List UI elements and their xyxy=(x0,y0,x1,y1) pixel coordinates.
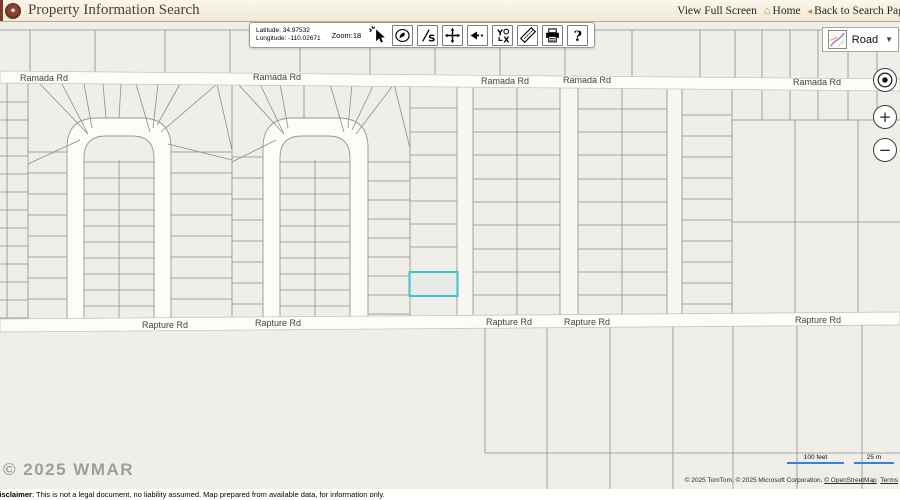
road-label: Rapture Rd xyxy=(142,320,188,330)
page-title: Property Information Search xyxy=(28,2,200,18)
svg-text:S: S xyxy=(428,33,435,44)
disclaimer-label: Disclaimer xyxy=(0,490,32,499)
identify-cursor-icon xyxy=(368,26,385,43)
back-to-search-link[interactable]: ◂ Back to Search Page xyxy=(808,5,900,17)
road-label: Rapture Rd xyxy=(795,315,841,325)
terms-link[interactable]: Terms xyxy=(880,477,898,484)
disclaimer-text: : This is not a legal document, no liabi… xyxy=(31,490,385,499)
zoom-level-readout: Zoom:18 xyxy=(331,30,362,40)
previous-extent-button[interactable] xyxy=(467,24,489,46)
map-toolbar: Latitude: 34.97532 Longitude: -110.02671… xyxy=(249,22,596,48)
back-extent-arrow-icon xyxy=(470,30,486,40)
road-label: Ramada Rd xyxy=(481,76,529,86)
locate-target-icon xyxy=(877,72,893,88)
overview-tool-button[interactable] xyxy=(392,24,414,46)
basemap-selector[interactable]: Road ▼ xyxy=(821,27,899,52)
svg-text:?: ? xyxy=(574,28,582,43)
help-icon: ? xyxy=(574,28,582,43)
svg-text:X: X xyxy=(504,35,510,43)
scale-bar-feet: 100 feet xyxy=(787,454,844,464)
scale-bar: 100 feet 25 m xyxy=(787,454,894,464)
printer-icon xyxy=(546,27,560,42)
header-edge-strip xyxy=(0,0,3,21)
road-label: Rapture Rd xyxy=(486,317,532,327)
road-label: Rapture Rd xyxy=(255,318,301,328)
home-icon: ⌂ xyxy=(763,4,771,17)
basemap-thumbnail-icon xyxy=(827,30,847,49)
pan-arrows-icon xyxy=(445,27,461,43)
road-label: Ramada Rd xyxy=(253,72,301,82)
svg-text:Y: Y xyxy=(496,28,503,37)
road-label: Ramada Rd xyxy=(793,77,841,87)
scale-bar-meters: 25 m xyxy=(854,454,894,464)
attribution-text: © 2025 TomTom, © 2025 Microsoft Corporat… xyxy=(684,477,825,484)
xy-coordinates-button[interactable]: Y X xyxy=(492,24,514,46)
cursor-coordinates: Latitude: 34.97532 Longitude: -110.02671 xyxy=(256,27,321,44)
pan-tool-button[interactable] xyxy=(442,24,464,46)
print-button[interactable] xyxy=(542,24,564,46)
chevron-down-icon: ▼ xyxy=(885,35,893,44)
header-links: View Full Screen ⌂ Home ◂ Back to Search P… xyxy=(677,5,900,17)
disclaimer-bar: Disclaimer: This is not a legal document… xyxy=(0,489,900,500)
road-label: Rapture Rd xyxy=(564,317,610,327)
selected-parcel[interactable] xyxy=(408,271,459,297)
scale-tool-button[interactable]: S xyxy=(417,24,439,46)
map-attribution: © 2025 TomTom, © 2025 Microsoft Corporat… xyxy=(685,477,898,484)
map-viewport[interactable]: Ramada Rd Ramada Rd Ramada Rd Ramada Rd … xyxy=(0,22,900,489)
map-watermark: © 2025 WMAR xyxy=(3,460,135,479)
road-label: Ramada Rd xyxy=(20,73,68,83)
locate-button[interactable] xyxy=(873,68,897,92)
help-button[interactable]: ? xyxy=(567,24,589,46)
zoom-in-button[interactable]: + xyxy=(873,105,897,129)
ruler-icon xyxy=(519,26,536,44)
app-header: Property Information Search View Full Sc… xyxy=(0,0,900,22)
identify-tool-button[interactable] xyxy=(367,24,389,46)
county-seal-logo xyxy=(5,2,21,19)
latitude-readout: Latitude: 34.97532 xyxy=(256,26,310,34)
longitude-readout: Longitude: -110.02671 xyxy=(256,35,321,42)
zoom-out-button[interactable]: − xyxy=(873,138,897,162)
plus-icon: + xyxy=(878,107,892,126)
parcel-map[interactable]: Ramada Rd Ramada Rd Ramada Rd Ramada Rd … xyxy=(0,22,900,489)
road-label: Ramada Rd xyxy=(563,75,611,85)
scale-icon: S xyxy=(422,28,436,44)
basemap-selected-label: Road xyxy=(851,33,879,46)
xy-coordinates-icon: Y X xyxy=(496,28,510,44)
openstreetmap-link[interactable]: © OpenStreetMap xyxy=(824,477,876,484)
back-arrow-icon: ◂ xyxy=(807,5,813,16)
minus-icon: − xyxy=(878,140,892,159)
measure-tool-button[interactable] xyxy=(517,24,539,46)
overview-globe-icon xyxy=(395,28,410,42)
home-link[interactable]: ⌂ Home xyxy=(764,5,801,17)
view-full-screen-link[interactable]: View Full Screen xyxy=(677,5,757,17)
